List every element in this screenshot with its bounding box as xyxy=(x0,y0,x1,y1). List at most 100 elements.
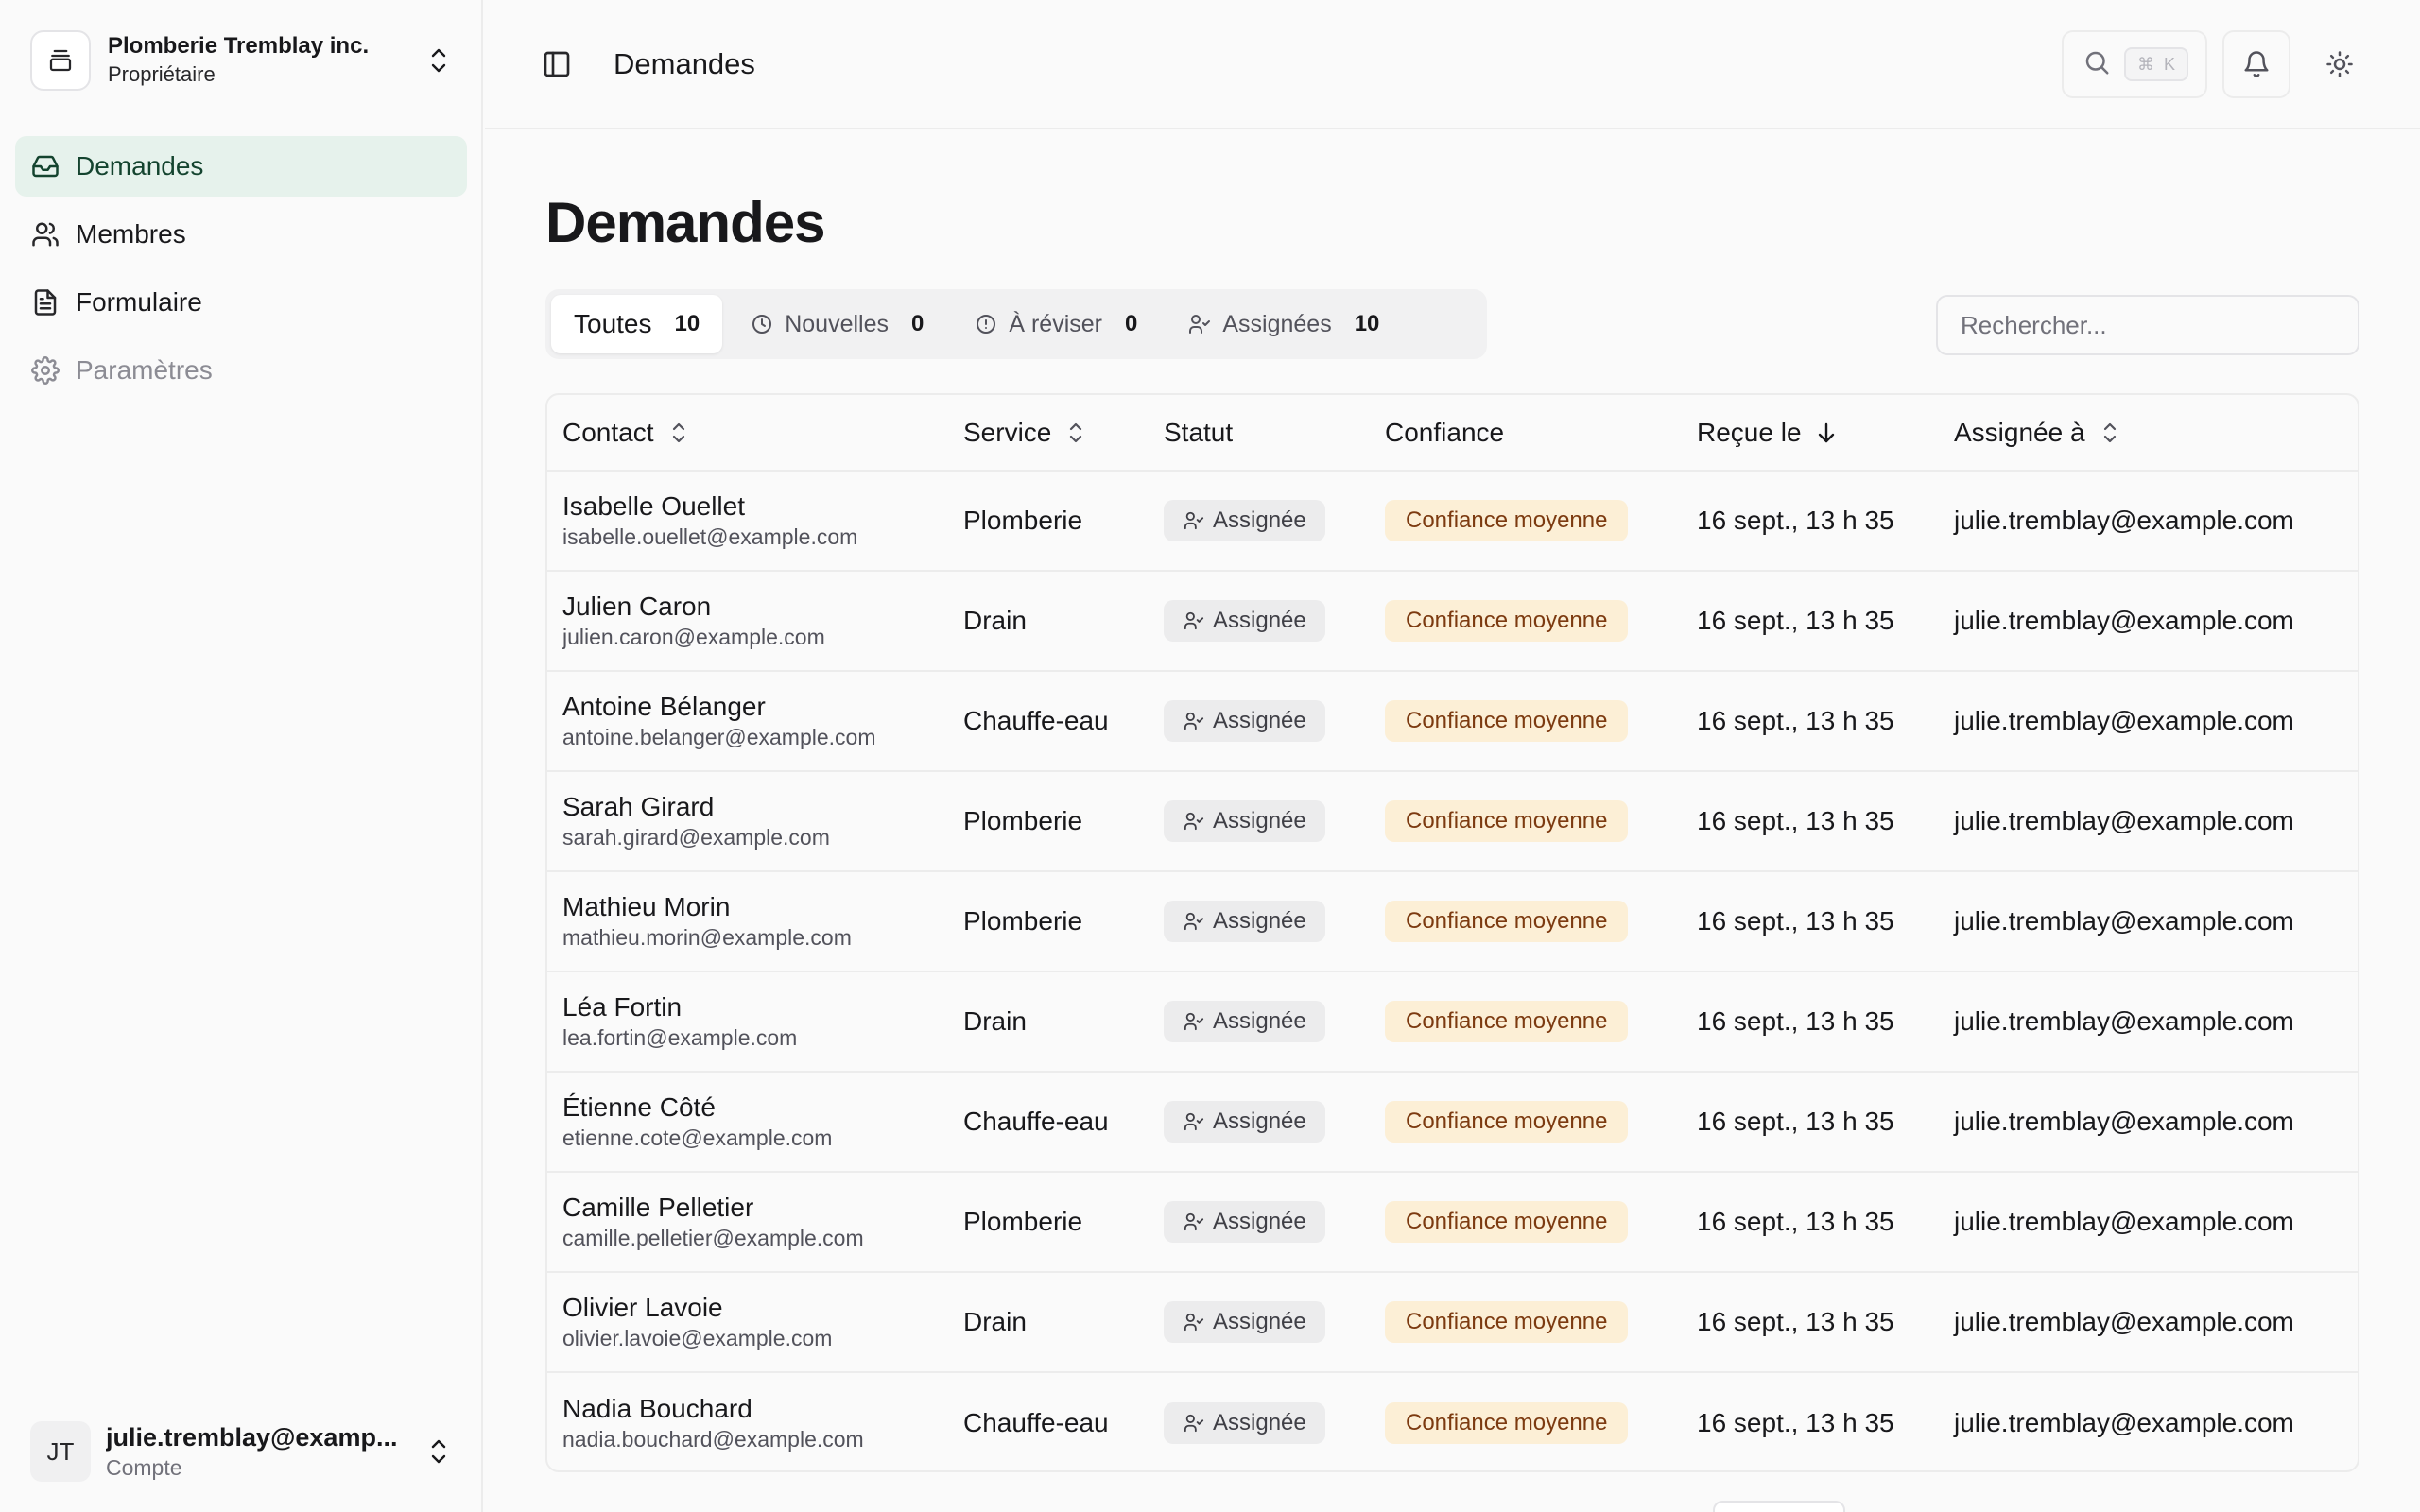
sidebar-item-parametres[interactable]: Paramètres xyxy=(15,340,467,401)
table-row[interactable]: Camille Pelletier camille.pelletier@exam… xyxy=(547,1172,2358,1272)
theme-toggle-button[interactable] xyxy=(2306,30,2374,98)
table-row[interactable]: Mathieu Morin mathieu.morin@example.com … xyxy=(547,871,2358,971)
confidence-badge: Confiance moyenne xyxy=(1385,901,1629,942)
tab-count: 10 xyxy=(1354,311,1380,336)
table-row[interactable]: Isabelle Ouellet isabelle.ouellet@exampl… xyxy=(547,471,2358,571)
contact-name: Antoine Bélanger xyxy=(562,692,766,721)
column-header-received[interactable]: Reçue le xyxy=(1682,395,1939,472)
service-cell: Plomberie xyxy=(963,806,1083,835)
status-label: Assignée xyxy=(1213,507,1306,533)
received-cell: 16 sept., 13 h 35 xyxy=(1697,1006,1894,1036)
users-icon xyxy=(30,219,60,249)
contact-email: antoine.belanger@example.com xyxy=(562,725,876,749)
chevrons-up-down-icon xyxy=(425,1433,452,1470)
status-label: Assignée xyxy=(1213,1409,1306,1435)
contact-email: nadia.bouchard@example.com xyxy=(562,1426,864,1452)
service-cell: Chauffe-eau xyxy=(963,1107,1109,1136)
user-check-icon xyxy=(1183,710,1205,732)
user-check-icon xyxy=(1183,910,1205,933)
inbox-icon xyxy=(30,151,60,181)
shortcut-key: K xyxy=(2164,54,2176,74)
service-cell: Plomberie xyxy=(963,906,1083,936)
search-icon xyxy=(2083,48,2111,81)
table-row[interactable]: Sarah Girard sarah.girard@example.com Pl… xyxy=(547,771,2358,871)
account-switcher[interactable]: JT julie.tremblay@examp... Compte xyxy=(15,1414,467,1489)
contact-cell: Sarah Girard sarah.girard@example.com xyxy=(547,771,948,871)
status-badge: Assignée xyxy=(1164,1401,1325,1444)
sidebar-item-label: Membres xyxy=(76,219,186,249)
contact-cell: Olivier Lavoie olivier.lavoie@example.co… xyxy=(547,1272,948,1372)
table-row[interactable]: Nadia Bouchard nadia.bouchard@example.co… xyxy=(547,1372,2358,1470)
keyboard-shortcut: ⌘ K xyxy=(2124,47,2189,81)
file-text-icon xyxy=(30,287,60,318)
service-cell: Drain xyxy=(963,606,1027,635)
column-header-contact[interactable]: Contact xyxy=(547,395,948,472)
confidence-badge: Confiance moyenne xyxy=(1385,500,1629,541)
sun-icon xyxy=(2326,51,2353,77)
table-row[interactable]: Julien Caron julien.caron@example.com Dr… xyxy=(547,571,2358,671)
sidebar-item-membres[interactable]: Membres xyxy=(15,204,467,265)
command-search-button[interactable]: ⌘ K xyxy=(2062,30,2207,98)
sidebar-toggle-button[interactable] xyxy=(538,45,576,83)
sort-icon xyxy=(1064,419,1087,447)
confidence-badge: Confiance moyenne xyxy=(1385,1001,1629,1042)
status-label: Assignée xyxy=(1213,808,1306,833)
pagination-control[interactable] xyxy=(1713,1501,1845,1512)
contact-email: mathieu.morin@example.com xyxy=(562,925,852,950)
confidence-badge: Confiance moyenne xyxy=(1385,600,1629,642)
sidebar-nav: Demandes Membres Formulaire Paramètres xyxy=(15,136,467,408)
tab-nouvelles[interactable]: Nouvelles 0 xyxy=(728,295,946,353)
confidence-cell: Confiance moyenne xyxy=(1370,671,1682,771)
arrow-down-icon xyxy=(1815,419,1838,447)
tab-count: 10 xyxy=(674,311,700,336)
sidebar-item-formulaire[interactable]: Formulaire xyxy=(15,272,467,333)
panel-left-icon xyxy=(544,51,570,77)
user-check-icon xyxy=(1183,1010,1205,1033)
gear-icon xyxy=(30,355,60,386)
contact-email: etienne.cote@example.com xyxy=(562,1125,833,1150)
status-label: Assignée xyxy=(1213,908,1306,934)
table-row[interactable]: Olivier Lavoie olivier.lavoie@example.co… xyxy=(547,1272,2358,1372)
org-name: Plomberie Tremblay inc. xyxy=(108,33,370,59)
column-header-assigned[interactable]: Assignée à xyxy=(1939,395,2358,472)
assigned-cell: julie.tremblay@example.com xyxy=(1954,606,2294,635)
search-input[interactable] xyxy=(1936,295,2360,355)
org-switcher[interactable]: Plomberie Tremblay inc. Propriétaire xyxy=(15,15,467,106)
alert-circle-icon xyxy=(975,313,997,335)
contact-cell: Mathieu Morin mathieu.morin@example.com xyxy=(547,871,948,971)
status-cell: Assignée xyxy=(1149,1372,1370,1470)
service-cell: Plomberie xyxy=(963,1207,1083,1236)
table-row[interactable]: Étienne Côté etienne.cote@example.com Ch… xyxy=(547,1072,2358,1172)
column-header-service[interactable]: Service xyxy=(948,395,1149,472)
contact-cell: Isabelle Ouellet isabelle.ouellet@exampl… xyxy=(547,471,948,571)
status-label: Assignée xyxy=(1213,1209,1306,1234)
status-badge: Assignée xyxy=(1164,1301,1325,1343)
notifications-button[interactable] xyxy=(2222,30,2290,98)
table-row[interactable]: Léa Fortin lea.fortin@example.com Drain … xyxy=(547,971,2358,1072)
confidence-cell: Confiance moyenne xyxy=(1370,971,1682,1072)
table-row[interactable]: Antoine Bélanger antoine.belanger@exampl… xyxy=(547,671,2358,771)
confidence-badge: Confiance moyenne xyxy=(1385,700,1629,742)
contact-email: olivier.lavoie@example.com xyxy=(562,1326,833,1350)
contact-name: Sarah Girard xyxy=(562,792,715,821)
tab-label: Nouvelles xyxy=(785,310,889,337)
org-logo-icon xyxy=(30,30,91,91)
status-cell: Assignée xyxy=(1149,1172,1370,1272)
status-label: Assignée xyxy=(1213,1008,1306,1034)
service-cell: Plomberie xyxy=(963,506,1083,535)
user-check-icon xyxy=(1183,1311,1205,1333)
user-check-icon xyxy=(1183,810,1205,833)
contact-email: julien.caron@example.com xyxy=(562,625,825,649)
status-cell: Assignée xyxy=(1149,871,1370,971)
tab-label: À réviser xyxy=(1009,310,1102,337)
confidence-badge: Confiance moyenne xyxy=(1385,800,1629,842)
tab-assignees[interactable]: Assignées 10 xyxy=(1166,295,1402,353)
sidebar-item-label: Paramètres xyxy=(76,355,213,385)
tab-a-reviser[interactable]: À réviser 0 xyxy=(952,295,1160,353)
tab-toutes[interactable]: Toutes 10 xyxy=(551,295,723,353)
avatar: JT xyxy=(30,1421,91,1482)
assigned-cell: julie.tremblay@example.com xyxy=(1954,906,2294,936)
contact-email: isabelle.ouellet@example.com xyxy=(562,524,858,549)
sidebar-item-demandes[interactable]: Demandes xyxy=(15,136,467,197)
received-cell: 16 sept., 13 h 35 xyxy=(1697,1407,1894,1437)
